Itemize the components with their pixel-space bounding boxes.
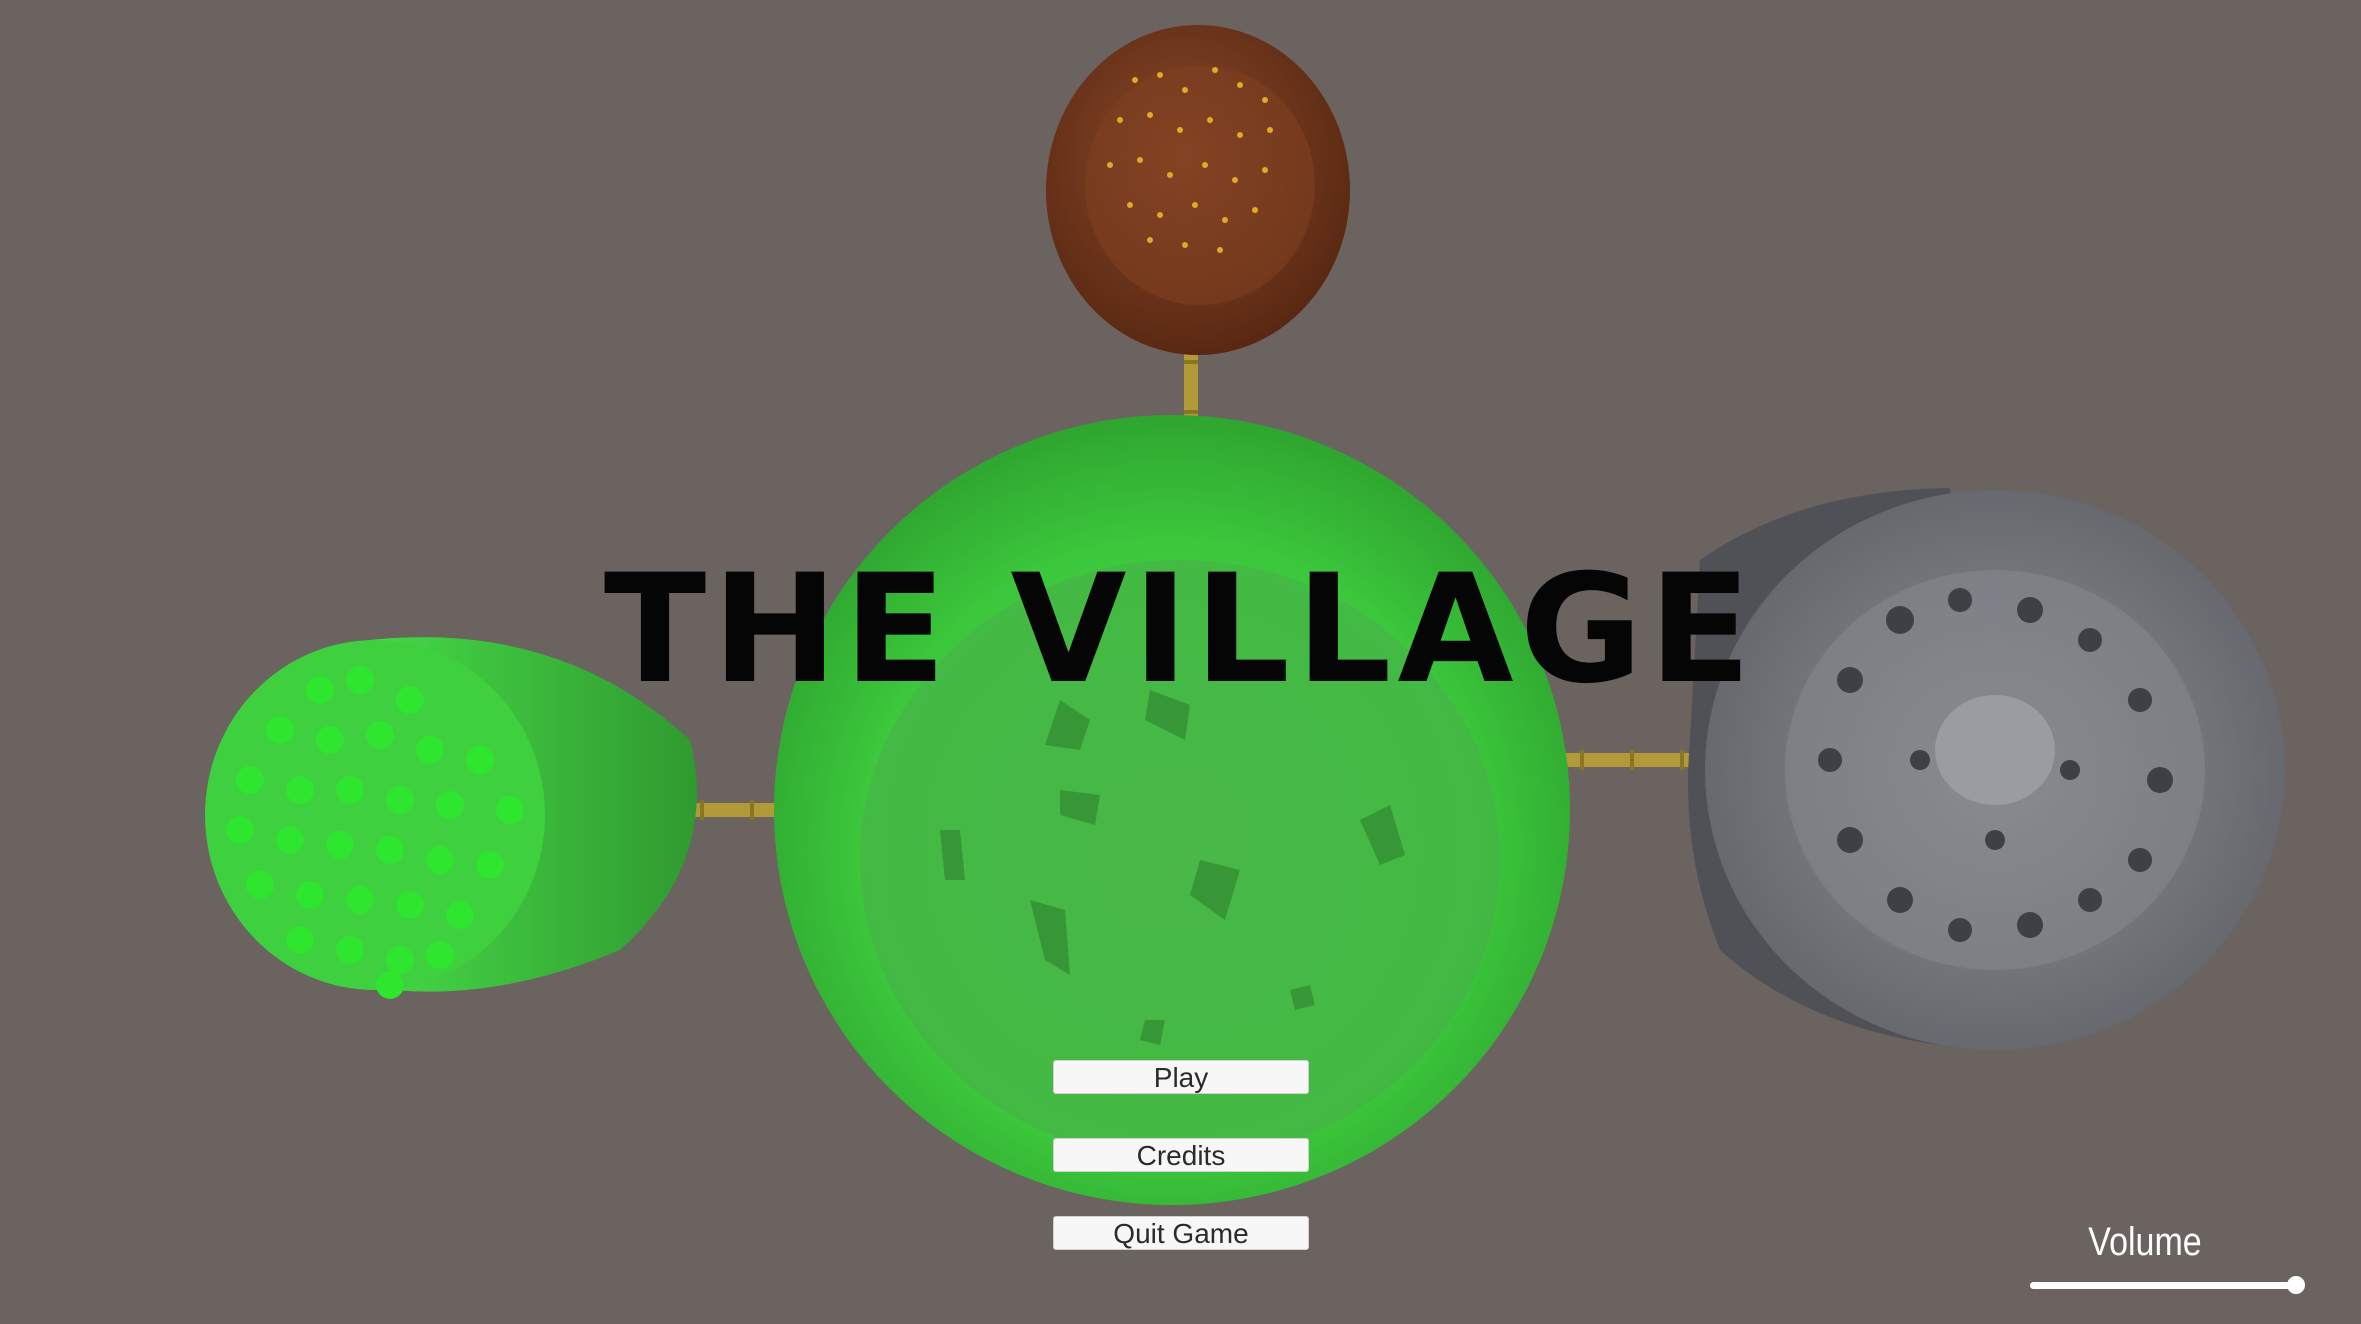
mud-island [1046, 25, 1350, 355]
credits-button[interactable]: Credits [1053, 1138, 1309, 1172]
game-title: THE VILLAGE [603, 543, 1758, 717]
play-button[interactable]: Play [1053, 1060, 1309, 1094]
quit-game-button[interactable]: Quit Game [1053, 1216, 1309, 1250]
volume-slider-handle[interactable] [2287, 1276, 2305, 1294]
volume-slider-fill [2030, 1282, 2296, 1289]
volume-slider[interactable] [2030, 1270, 2305, 1300]
game-scene: THE VILLAGE Play Credits Quit Game Volum… [0, 0, 2361, 1324]
volume-label: Volume [2088, 1220, 2202, 1264]
